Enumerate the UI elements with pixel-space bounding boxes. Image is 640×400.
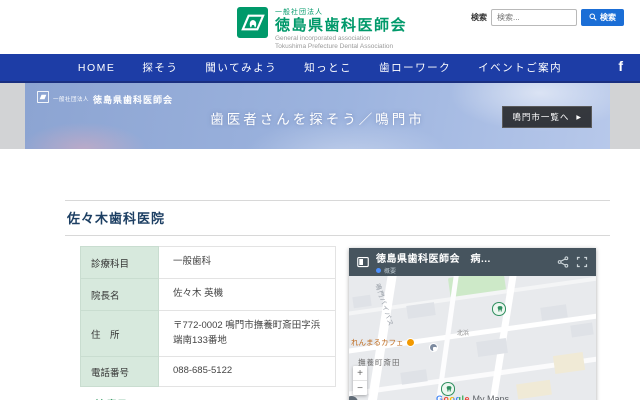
row-label: 住 所 (81, 311, 159, 357)
main-nav: HOME 探そう 聞いてみよう 知っとこ 歯ローワーク イベントご案内 f (0, 54, 640, 83)
nav-item-know[interactable]: 知っとこ (304, 60, 352, 75)
search-input[interactable] (491, 9, 577, 26)
arrow-right-icon: ▶ (576, 114, 582, 121)
clinic-info-column: 診療科目 一般歯科 院長名 佐々木 英機 住 所 〒772-0002 鳴門市撫養… (80, 246, 336, 400)
map-canvas[interactable]: 鳴門バイパス れんまるカフェ 撫養町斎田 北浜 (349, 276, 596, 400)
row-value: 一般歯科 (159, 247, 336, 279)
page: 一般社団法人 徳島県歯科医師会 General incorporated ass… (0, 0, 640, 400)
map-title: 徳島県歯科医師会 病... (376, 250, 550, 265)
share-icon[interactable] (557, 256, 569, 268)
nav-item-find[interactable]: 探そう (142, 60, 178, 75)
search-button[interactable]: 検索 (581, 9, 624, 26)
dental-clinic-marker[interactable] (492, 302, 506, 316)
map-subtitle: 概要 (376, 266, 550, 275)
row-label: 電話番号 (81, 357, 159, 387)
nav-item-hellowork[interactable]: 歯ローワーク (379, 60, 451, 75)
map-building (406, 302, 436, 319)
row-value: 佐々木 英機 (159, 279, 336, 311)
hero-brand-org: 一般社団法人 (53, 95, 89, 103)
info-icon (376, 268, 381, 273)
view-larger-map-icon[interactable] (357, 256, 369, 268)
nav-item-home[interactable]: HOME (78, 62, 116, 74)
logo-title: 徳島県歯科医師会 (275, 17, 407, 34)
table-row: 診療科目 一般歯科 (81, 247, 336, 279)
site-logo[interactable]: 一般社団法人 徳島県歯科医師会 General incorporated ass… (237, 7, 407, 52)
area-label: 北浜 (457, 328, 469, 337)
city-list-button-label: 鳴門市一覧へ (512, 111, 569, 123)
content-columns: 診療科目 一般歯科 院長名 佐々木 英機 住 所 〒772-0002 鳴門市撫養… (65, 246, 610, 400)
table-row: 院長名 佐々木 英機 (81, 279, 336, 311)
transit-stop-icon[interactable] (429, 343, 438, 352)
map-building (553, 352, 585, 374)
map-header: 徳島県歯科医師会 病... 概要 (349, 248, 596, 276)
nav-item-events[interactable]: イベントご案内 (478, 60, 562, 75)
row-label: 診療科目 (81, 247, 159, 279)
hero-strip: 一般社団法人 徳島県歯科医師会 歯医者さんを探そう／鳴門市 鳴門市一覧へ ▶ (0, 83, 640, 149)
row-value: 〒772-0002 鳴門市撫養町斎田字浜端南133番地 (159, 311, 336, 357)
facebook-icon[interactable]: f (618, 58, 623, 74)
fullscreen-icon[interactable] (576, 256, 588, 268)
search-button-label: 検索 (600, 12, 616, 23)
google-logo[interactable]: Google (436, 394, 470, 400)
city-list-button[interactable]: 鳴門市一覧へ ▶ (502, 106, 592, 128)
zoom-out-button[interactable]: − (353, 381, 367, 395)
map-column: 徳島県歯科医師会 病... 概要 (349, 246, 596, 400)
map-title-block: 徳島県歯科医師会 病... 概要 (376, 250, 550, 275)
zoom-in-button[interactable]: + (353, 366, 367, 380)
hero-banner: 一般社団法人 徳島県歯科医師会 歯医者さんを探そう／鳴門市 鳴門市一覧へ ▶ (25, 83, 610, 149)
hero-brand: 一般社団法人 徳島県歯科医師会 (37, 90, 173, 108)
logo-text: 一般社団法人 徳島県歯科医師会 General incorporated ass… (275, 7, 407, 52)
clinic-info-table: 診療科目 一般歯科 院長名 佐々木 英機 住 所 〒772-0002 鳴門市撫養… (80, 246, 336, 387)
nav-item-ask[interactable]: 聞いてみよう (205, 60, 277, 75)
map-zoom-control: + − (353, 366, 367, 395)
map-building (352, 295, 371, 308)
row-value: 088-685-5122 (159, 357, 336, 387)
cafe-poi-label[interactable]: れんまるカフェ (351, 337, 415, 348)
next-section-heading: 診療日 (80, 396, 336, 400)
hero-logo-icon (37, 90, 49, 108)
google-map-embed[interactable]: 徳島県歯科医師会 病... 概要 (349, 248, 596, 400)
tooth-logo-icon (237, 7, 268, 38)
table-row: 住 所 〒772-0002 鳴門市撫養町斎田字浜端南133番地 (81, 311, 336, 357)
clinic-name-heading: 佐々木歯科医院 (65, 200, 610, 236)
map-building (570, 323, 593, 338)
header-search: 検索 検索 (471, 9, 624, 26)
search-icon (589, 13, 597, 23)
logo-org-type: 一般社団法人 (275, 7, 407, 17)
site-header: 一般社団法人 徳島県歯科医師会 General incorporated ass… (0, 0, 640, 54)
mymaps-label[interactable]: My Maps (473, 394, 510, 400)
cafe-poi-icon (406, 338, 415, 347)
hero-brand-name: 徳島県歯科医師会 (93, 93, 173, 106)
table-row: 電話番号 088-685-5122 (81, 357, 336, 387)
search-label: 検索 (471, 12, 487, 23)
map-attribution: Google My Maps (349, 394, 596, 400)
logo-subtitle-en: General incorporated association Tokushi… (275, 35, 407, 51)
main-content: 佐々木歯科医院 診療科目 一般歯科 院長名 佐々木 英機 住 所 〒772-00… (0, 149, 640, 400)
row-label: 院長名 (81, 279, 159, 311)
